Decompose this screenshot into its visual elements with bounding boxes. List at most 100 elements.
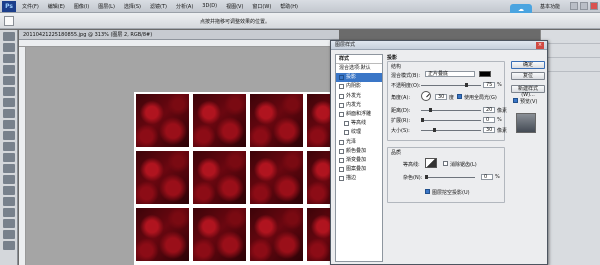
dodge-tool-icon[interactable] (3, 175, 15, 184)
slider-thumb[interactable] (421, 118, 424, 122)
checkbox[interactable] (339, 139, 344, 145)
checkbox[interactable] (339, 84, 344, 90)
shadow-color-swatch[interactable] (479, 71, 491, 77)
path-select-tool-icon[interactable] (3, 208, 15, 217)
menu-3d[interactable]: 3D(D) (202, 3, 217, 10)
panel-row[interactable] (541, 58, 600, 72)
panel-row[interactable] (541, 30, 600, 44)
distance-input[interactable]: 20 (483, 107, 495, 113)
angle-dial[interactable] (421, 91, 431, 101)
shape-tool-icon[interactable] (3, 219, 15, 228)
menu-layer[interactable]: 图层(L) (98, 3, 115, 10)
style-item-satin[interactable]: 光泽 (336, 138, 382, 147)
style-item-color-overlay[interactable]: 颜色叠加 (336, 147, 382, 156)
menu-window[interactable]: 窗口(W) (252, 3, 271, 10)
type-tool-icon[interactable] (3, 197, 15, 206)
slider-thumb[interactable] (433, 128, 436, 132)
style-item-bevel-emboss[interactable]: 斜面和浮雕 (336, 110, 382, 119)
style-item-contour[interactable]: 等高线 (336, 119, 382, 128)
eraser-tool-icon[interactable] (3, 142, 15, 151)
style-item-inner-shadow[interactable]: 内阴影 (336, 82, 382, 91)
pen-tool-icon[interactable] (3, 186, 15, 195)
rose-tile (136, 151, 189, 204)
style-item-stroke[interactable]: 描边 (336, 174, 382, 183)
spread-slider[interactable] (421, 118, 481, 122)
tool-preset-icon[interactable] (4, 16, 14, 26)
menu-help[interactable]: 帮助(H) (280, 3, 298, 10)
angle-input[interactable]: 30 (435, 94, 447, 100)
style-item-gradient-overlay[interactable]: 渐变叠加 (336, 156, 382, 165)
ok-button[interactable]: 确定 (511, 61, 545, 69)
reset-button[interactable]: 复位 (511, 72, 545, 80)
lasso-tool-icon[interactable] (3, 54, 15, 63)
healing-tool-icon[interactable] (3, 98, 15, 107)
checkbox[interactable] (339, 93, 344, 99)
knockout-checkbox[interactable] (425, 189, 430, 194)
checkbox[interactable] (344, 121, 349, 127)
hand-tool-icon[interactable] (3, 230, 15, 239)
opacity-slider[interactable] (421, 83, 481, 87)
blend-options-item[interactable]: 混合选项:默认 (336, 64, 382, 73)
menu-file[interactable]: 文件(F) (22, 3, 39, 10)
dialog-titlebar[interactable]: 图层样式 × (331, 41, 547, 50)
document-tab[interactable]: 20110421225180855.jpg @ 313% (图层 2, RGB/… (19, 30, 339, 40)
blend-mode-select[interactable]: 正片叠底 (425, 71, 475, 77)
minimize-button[interactable] (570, 2, 578, 10)
opacity-label: 不透明度(O): (391, 83, 421, 89)
panel-row[interactable] (541, 44, 600, 58)
menu-filter[interactable]: 滤镜(T) (150, 3, 167, 10)
marquee-tool-icon[interactable] (3, 43, 15, 52)
style-item-outer-glow[interactable]: 外发光 (336, 92, 382, 101)
maximize-button[interactable] (580, 2, 588, 10)
checkbox[interactable] (339, 157, 344, 163)
preview-checkbox[interactable] (513, 98, 518, 103)
menu-image[interactable]: 图像(I) (74, 3, 89, 10)
checkbox[interactable] (339, 176, 344, 182)
history-brush-tool-icon[interactable] (3, 131, 15, 140)
workspace-switcher[interactable]: 基本功能 (540, 3, 560, 10)
contour-picker[interactable] (425, 158, 437, 168)
eyedropper-tool-icon[interactable] (3, 87, 15, 96)
menu-edit[interactable]: 编辑(E) (48, 3, 65, 10)
style-item-inner-glow[interactable]: 内发光 (336, 101, 382, 110)
move-tool-icon[interactable] (3, 32, 15, 41)
close-icon[interactable]: × (536, 42, 544, 49)
antialias-checkbox[interactable] (443, 161, 448, 166)
zoom-tool-icon[interactable] (3, 241, 15, 250)
checkbox[interactable] (339, 102, 344, 108)
blur-tool-icon[interactable] (3, 164, 15, 173)
noise-slider[interactable] (425, 175, 475, 179)
slider-thumb[interactable] (429, 108, 432, 112)
stamp-tool-icon[interactable] (3, 120, 15, 129)
canvas[interactable] (26, 47, 339, 265)
menu-select[interactable]: 选择(S) (124, 3, 141, 10)
styles-header[interactable]: 样式 (336, 55, 382, 64)
noise-input[interactable]: 0 (481, 174, 493, 180)
opacity-input[interactable]: 75 (483, 82, 495, 88)
brush-tool-icon[interactable] (3, 109, 15, 118)
crop-tool-icon[interactable] (3, 76, 15, 85)
style-item-pattern-overlay[interactable]: 图案叠加 (336, 165, 382, 174)
checkbox[interactable] (339, 167, 344, 173)
distance-slider[interactable] (421, 108, 481, 112)
size-slider[interactable] (421, 128, 481, 132)
menu-view[interactable]: 视图(V) (226, 3, 243, 10)
slider-thumb[interactable] (425, 175, 428, 179)
checkbox[interactable] (339, 148, 344, 154)
size-input[interactable]: 30 (483, 127, 495, 133)
angle-label: 角度(A): (391, 95, 411, 101)
gradient-tool-icon[interactable] (3, 153, 15, 162)
checkbox[interactable] (339, 75, 344, 81)
new-style-button[interactable]: 新建样式(W)... (511, 85, 545, 98)
slider-thumb[interactable] (465, 83, 468, 87)
spread-input[interactable]: 0 (483, 117, 495, 123)
checkbox[interactable] (339, 112, 344, 118)
menu-analysis[interactable]: 分析(A) (176, 3, 193, 10)
quick-select-tool-icon[interactable] (3, 65, 15, 74)
style-item-texture[interactable]: 纹理 (336, 128, 382, 137)
global-light-checkbox[interactable] (457, 94, 462, 99)
style-item-drop-shadow[interactable]: 投影 (336, 73, 382, 83)
noise-label: 杂色(N): (403, 175, 423, 181)
close-window-button[interactable] (590, 2, 598, 10)
checkbox[interactable] (344, 130, 349, 136)
